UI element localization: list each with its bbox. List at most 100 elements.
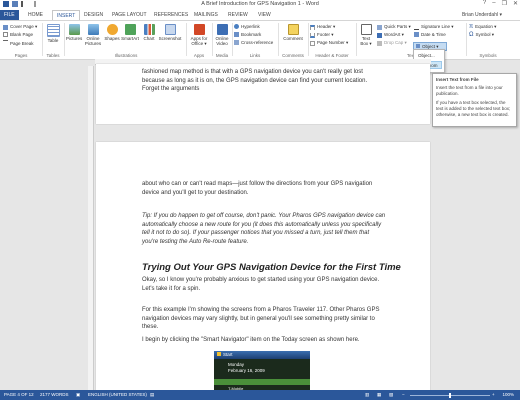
ribbon-separator [466,23,467,56]
pictures-button[interactable]: Pictures [66,24,82,41]
shapes-icon [106,24,118,35]
hyperlink-button[interactable]: Hyperlink [234,24,260,29]
ribbon-separator [212,23,213,56]
text-group-label: Text [406,53,416,58]
section-heading: Trying Out Your GPS Navigation Device fo… [142,262,401,273]
signature-line-button[interactable]: Signature Line ▾ [414,24,454,30]
ribbon-separator [308,23,309,56]
online-pictures-button[interactable]: Online Pictures [84,24,102,46]
ribbon-separator [64,23,65,56]
proofing-icon[interactable]: ▣ [76,390,80,400]
read-mode-icon[interactable]: ▥ [365,390,369,400]
vertical-ruler[interactable] [88,66,94,390]
close-button[interactable]: ✕ [513,0,518,7]
device-screenshot-image: Start Monday February 16, 2009 T-Mobile [214,351,310,393]
tab-references[interactable]: REFERENCES [150,10,192,20]
chart-button[interactable]: Chart [141,24,157,41]
tables-group-label: Tables [46,53,60,58]
tab-mailings[interactable]: MAILINGS [190,10,222,20]
page-break-button[interactable]: Page Break [3,40,34,46]
page-count[interactable]: PAGE 4 OF 12 [4,390,34,400]
object-icon [416,44,420,48]
online-pictures-icon [87,24,99,35]
omega-icon: Ω [469,32,474,38]
drop-cap-button[interactable]: Drop Cap ▾ [377,40,407,46]
symbols-group-label: Symbols [479,53,497,58]
online-video-button[interactable]: Online Video [214,24,230,46]
zoom-level[interactable]: 100% [502,390,514,400]
online-video-icon [216,24,228,35]
bookmark-button[interactable]: Bookmark [234,32,261,37]
header-button[interactable]: Header ▾ [310,24,335,30]
tab-review[interactable]: REVIEW [224,10,252,20]
screenshot-button[interactable]: Screenshot [158,24,182,41]
tip-paragraph: Tip: If you do happen to get off course,… [142,213,386,245]
date-time-icon [414,32,419,37]
tooltip-detail: If you have a text box selected, the tex… [436,100,511,117]
footer-icon [310,32,315,38]
signature-line-icon [414,24,419,30]
illustrations-group-label: Illustrations [114,53,138,58]
equation-button[interactable]: π Equation ▾ [469,24,496,30]
wordart-button[interactable]: WordArt ▾ [377,32,404,38]
user-name[interactable]: Brian Underdahl ▾ [462,10,502,20]
minimize-button[interactable]: – [492,0,495,7]
tooltip-description: Insert the text from a file into your pu… [436,85,503,96]
smartart-button[interactable]: SmartArt [121,24,139,41]
pictures-icon [68,24,80,35]
web-layout-icon[interactable]: ▧ [389,390,393,400]
blank-page-button[interactable]: Blank Page [3,32,33,37]
word-count[interactable]: 2177 WORDS [40,390,69,400]
header-footer-group-label: Header & Footer [315,53,349,58]
apps-for-office-button[interactable]: Apps for Office ▾ [188,24,210,47]
macro-icon[interactable]: ▤ [150,390,154,400]
media-group-label: Media [215,53,229,58]
zoom-in-button[interactable]: + [492,390,495,400]
document-page[interactable]: fashioned map method is that with a GPS … [96,64,430,124]
bookmark-icon [234,32,239,37]
symbol-button[interactable]: Ω Symbol ▾ [469,32,494,38]
cross-reference-icon [234,40,239,45]
pages-group-label: Pages [14,53,28,58]
window-controls: ? – ❐ ✕ [483,0,518,7]
tab-design[interactable]: DESIGN [80,10,107,20]
body-paragraph: fashioned map method is that with a GPS … [142,69,368,92]
ribbon-separator [232,23,233,56]
apps-group-label: Apps [193,53,205,58]
date-time-button[interactable]: Date & Time [414,32,446,37]
tab-page-layout[interactable]: PAGE LAYOUT [108,10,151,20]
print-layout-icon[interactable]: ▦ [377,390,381,400]
body-paragraph: Okay, so I know you're probably anxious … [142,277,380,292]
screenshot-icon [164,24,176,35]
quick-parts-icon [377,24,382,30]
quick-parts-button[interactable]: Quick Parts ▾ [377,24,411,30]
tab-home[interactable]: HOME [24,10,47,20]
shapes-button[interactable]: Shapes [104,24,120,41]
tab-file[interactable]: FILE [0,10,19,20]
wordart-icon [377,32,382,38]
cover-page-icon [3,24,8,30]
device-today-band [214,379,310,385]
table-icon [46,24,60,37]
help-button[interactable]: ? [483,0,486,7]
smartart-icon [124,24,136,35]
restore-button[interactable]: ❐ [502,0,507,7]
header-icon [310,24,315,30]
pi-icon: π [469,24,474,30]
tooltip-text-from-file: Insert Text from File Insert the text fr… [432,73,517,127]
zoom-slider-thumb[interactable] [449,392,451,398]
page-number-button[interactable]: Page Number ▾ [310,40,348,46]
cover-page-button[interactable]: Cover Page ▾ [3,24,37,30]
cross-reference-button[interactable]: Cross-reference [234,40,273,45]
document-page[interactable]: about who can or can't read maps—just fo… [96,142,430,393]
zoom-out-button[interactable]: − [402,390,405,400]
comment-button[interactable]: Comment [281,24,305,41]
language-indicator[interactable]: ENGLISH (UNITED STATES) [88,390,147,400]
comment-icon [287,24,299,35]
tooltip-title: Insert Text from File [436,77,479,82]
tab-view[interactable]: VIEW [254,10,275,20]
text-box-button[interactable]: Text Box ▾ [359,24,373,47]
footer-button[interactable]: Footer ▾ [310,32,334,38]
table-button[interactable]: Table [45,24,61,43]
page-break-icon [3,40,8,46]
